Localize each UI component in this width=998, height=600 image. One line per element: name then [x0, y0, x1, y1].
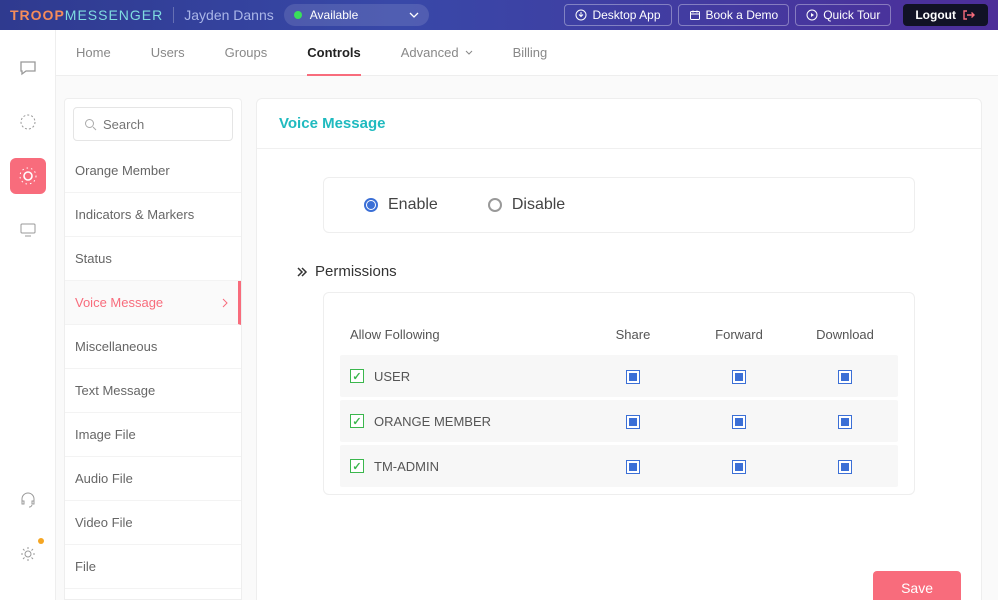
- book-demo-label: Book a Demo: [706, 8, 779, 22]
- permissions-heading: Permissions: [297, 263, 981, 280]
- voice-message-panel: Voice Message Enable Disable: [256, 98, 982, 600]
- sidebar-item-orange[interactable]: Orange Member: [65, 149, 241, 193]
- tab-home[interactable]: Home: [76, 30, 111, 76]
- enable-toggle-card: Enable Disable: [323, 177, 915, 233]
- logo-text-b: MESSENGER: [65, 7, 163, 23]
- headset-nav-icon[interactable]: [10, 482, 46, 518]
- settings-nav-icon[interactable]: [10, 158, 46, 194]
- quick-tour-button[interactable]: Quick Tour: [795, 4, 891, 26]
- sidebar-item-label: Voice Message: [75, 295, 163, 310]
- row-label: TM-ADMIN: [374, 459, 439, 474]
- table-row: USER: [340, 355, 898, 397]
- col-share: Share: [580, 327, 686, 342]
- play-icon: [806, 9, 823, 21]
- permissions-card: Allow Following Share Forward Download U…: [323, 292, 915, 495]
- table-row: ORANGE MEMBER: [340, 400, 898, 442]
- table-row: TM-ADMIN: [340, 445, 898, 487]
- top-tabs: Home Users Groups Controls Advanced Bill…: [56, 30, 998, 76]
- row-label: USER: [374, 369, 410, 384]
- logout-label: Logout: [915, 8, 956, 22]
- sidebar-list[interactable]: Orange Member Indicators & Markers Statu…: [65, 149, 241, 599]
- panel-title: Voice Message: [257, 99, 981, 149]
- tab-billing[interactable]: Billing: [513, 30, 548, 76]
- disable-label: Disable: [512, 196, 565, 214]
- permissions-table: Allow Following Share Forward Download U…: [340, 313, 898, 490]
- notification-dot-icon: [38, 538, 44, 544]
- tab-controls[interactable]: Controls: [307, 30, 360, 76]
- enable-radio[interactable]: Enable: [364, 196, 438, 214]
- sidebar-search[interactable]: [73, 107, 233, 141]
- controls-sidebar: Orange Member Indicators & Markers Statu…: [64, 98, 242, 600]
- radio-off-icon: [488, 198, 502, 212]
- sidebar-item-image[interactable]: Image File: [65, 413, 241, 457]
- chat-nav-icon[interactable]: [10, 50, 46, 86]
- chevron-right-icon: [222, 298, 228, 308]
- logout-button[interactable]: Logout: [903, 4, 988, 26]
- download-checkbox[interactable]: [838, 370, 852, 384]
- app-header: TROOPMESSENGER Jayden Danns Available De…: [0, 0, 998, 30]
- forward-checkbox[interactable]: [732, 370, 746, 384]
- desktop-app-label: Desktop App: [592, 8, 660, 22]
- share-checkbox[interactable]: [626, 460, 640, 474]
- download-checkbox[interactable]: [838, 415, 852, 429]
- panel-scroll[interactable]: Voice Message Enable Disable: [256, 98, 986, 600]
- desktop-app-button[interactable]: Desktop App: [564, 4, 671, 26]
- logout-icon: [956, 9, 976, 21]
- book-demo-button[interactable]: Book a Demo: [678, 4, 790, 26]
- sidebar-item-indicators[interactable]: Indicators & Markers: [65, 193, 241, 237]
- permissions-label: Permissions: [315, 263, 397, 280]
- forward-checkbox[interactable]: [732, 415, 746, 429]
- sidebar-item-video[interactable]: Video File: [65, 501, 241, 545]
- allow-checkbox[interactable]: [350, 459, 364, 473]
- disable-radio[interactable]: Disable: [488, 196, 565, 214]
- download-checkbox[interactable]: [838, 460, 852, 474]
- logo-text-a: TROOP: [10, 7, 65, 23]
- search-icon: [84, 118, 103, 131]
- share-checkbox[interactable]: [626, 415, 640, 429]
- monitor-nav-icon[interactable]: [10, 212, 46, 248]
- radio-on-icon: [364, 198, 378, 212]
- quick-tour-label: Quick Tour: [823, 8, 880, 22]
- col-download: Download: [792, 327, 898, 342]
- save-button[interactable]: Save: [873, 571, 961, 600]
- sidebar-item-status[interactable]: Status: [65, 237, 241, 281]
- chevron-down-icon: [409, 12, 419, 18]
- sidebar-item-audio[interactable]: Audio File: [65, 457, 241, 501]
- search-input[interactable]: [103, 117, 222, 132]
- sidebar-item-voice[interactable]: Voice Message: [65, 281, 241, 325]
- sidebar-item-misc[interactable]: Miscellaneous: [65, 325, 241, 369]
- table-header-row: Allow Following Share Forward Download: [340, 313, 898, 355]
- status-dot-icon: [294, 11, 302, 19]
- forward-checkbox[interactable]: [732, 460, 746, 474]
- col-allow: Allow Following: [340, 327, 580, 342]
- tab-groups[interactable]: Groups: [225, 30, 268, 76]
- allow-checkbox[interactable]: [350, 369, 364, 383]
- expand-icon: [297, 267, 315, 277]
- sidebar-item-file[interactable]: File: [65, 545, 241, 589]
- tab-advanced-label: Advanced: [401, 45, 459, 60]
- col-forward: Forward: [686, 327, 792, 342]
- gear-nav-icon[interactable]: [10, 536, 46, 572]
- status-text: Available: [310, 8, 358, 22]
- enable-label: Enable: [388, 196, 438, 214]
- main-area: Home Users Groups Controls Advanced Bill…: [56, 30, 998, 600]
- chevron-down-icon: [465, 50, 473, 55]
- app-logo: TROOPMESSENGER: [10, 7, 174, 23]
- allow-checkbox[interactable]: [350, 414, 364, 428]
- sidebar-item-text[interactable]: Text Message: [65, 369, 241, 413]
- calendar-icon: [689, 9, 706, 21]
- nav-rail: [0, 30, 56, 600]
- status-dropdown[interactable]: Available: [284, 4, 429, 26]
- download-icon: [575, 9, 592, 21]
- tab-advanced[interactable]: Advanced: [401, 30, 473, 76]
- tab-users[interactable]: Users: [151, 30, 185, 76]
- share-checkbox[interactable]: [626, 370, 640, 384]
- globe-nav-icon[interactable]: [10, 104, 46, 140]
- username-label: Jayden Danns: [184, 7, 274, 23]
- row-label: ORANGE MEMBER: [374, 414, 491, 429]
